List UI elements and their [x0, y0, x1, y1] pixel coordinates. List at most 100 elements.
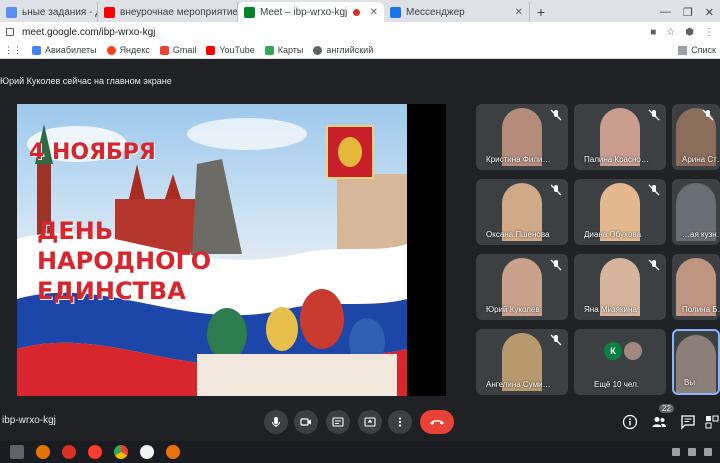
- bookmark-english[interactable]: английский: [313, 45, 373, 55]
- reading-list[interactable]: Списк: [678, 45, 716, 55]
- tab-title: Meet – ibp-wrxo-kgj: [260, 6, 348, 18]
- participant-tile[interactable]: Палина Красно…: [574, 104, 666, 170]
- participant-tile[interactable]: Кристина Фили…: [476, 104, 568, 170]
- new-tab-button[interactable]: +: [530, 2, 552, 22]
- participant-tile[interactable]: Юрий Куколев: [476, 254, 568, 320]
- slide-title-line: ЕДИНСТВА: [37, 277, 186, 305]
- os-taskbar: [0, 441, 720, 463]
- presentation-stage[interactable]: 4 НОЯБРЯ ДЕНЬ НАРОДНОГО ЕДИНСТВА: [17, 104, 446, 396]
- mic-off-icon: [648, 109, 660, 121]
- app-icon[interactable]: [36, 445, 50, 459]
- bookmark-label: Авиабилеты: [45, 45, 97, 55]
- more-participants-tile[interactable]: К Ещё 10 чел.: [574, 329, 666, 395]
- meet-control-bar: ibp-wrxo-kgj 22: [0, 404, 720, 436]
- mic-button[interactable]: [264, 410, 288, 434]
- participant-tile[interactable]: …ая кузн…: [672, 179, 720, 245]
- tab-title: Мессенджер: [406, 6, 465, 18]
- presenter-banner: Юрий Куколев сейчас на главном экране: [0, 76, 172, 86]
- tray-icon[interactable]: [704, 448, 712, 456]
- close-icon[interactable]: ✕: [364, 7, 378, 18]
- tab-messenger[interactable]: Мессенджер ✕: [384, 2, 530, 22]
- participant-name: Диана Обухова: [584, 230, 642, 239]
- participant-tile[interactable]: Арина Ст…: [672, 104, 720, 170]
- chat-icon[interactable]: [680, 414, 696, 430]
- tab-title: внеурочнае мероприятие в нач: [120, 6, 238, 18]
- participant-name: Юрий Куколев: [486, 305, 540, 314]
- tray-icon[interactable]: [672, 448, 680, 456]
- more-options-button[interactable]: [388, 410, 412, 434]
- participant-name: Яна Мизякина: [584, 305, 637, 314]
- start-icon[interactable]: [10, 445, 24, 459]
- url-field[interactable]: meet.google.com/ibp-wrxo-kgj: [22, 27, 650, 38]
- participant-name: …ая кузн…: [682, 230, 720, 239]
- bookmark-label: Gmail: [172, 45, 197, 55]
- list-icon: [678, 45, 688, 55]
- gmail-icon: [159, 45, 169, 55]
- star-icon[interactable]: ☆: [666, 27, 675, 38]
- bookmark-aviabilety[interactable]: Авиабилеты: [32, 45, 97, 55]
- tab-diary[interactable]: ьные задания - Дневник.р ✕: [0, 2, 98, 22]
- camera-icon: [300, 418, 311, 426]
- participant-tile[interactable]: Яна Мизякина: [574, 254, 666, 320]
- yandex-icon[interactable]: [88, 445, 102, 459]
- app-icon[interactable]: [62, 445, 76, 459]
- tab-meet[interactable]: Meet – ibp-wrxo-kgj ✕: [238, 2, 384, 22]
- apps-icon[interactable]: ⋮⋮: [4, 45, 22, 56]
- youtube-icon: [206, 45, 216, 55]
- tray-icon[interactable]: [688, 448, 696, 456]
- participant-name: Палина Красно…: [584, 155, 649, 164]
- more-participants-label: Ещё 10 чел.: [594, 380, 639, 389]
- bookmark-label: английский: [326, 45, 374, 55]
- bookmark-youtube[interactable]: YouTube: [206, 45, 255, 55]
- slide-date: 4 НОЯБРЯ: [29, 140, 156, 165]
- bookmark-gmail[interactable]: Gmail: [159, 45, 197, 55]
- mic-off-icon: [648, 259, 660, 271]
- participant-name: Ангелина Суми…: [486, 380, 551, 389]
- bookmark-yandex[interactable]: Яндекс: [106, 45, 150, 55]
- menu-icon[interactable]: ⋮: [704, 27, 714, 38]
- address-bar: meet.google.com/ibp-wrxo-kgj ■ ☆ ⬢ ⋮: [0, 22, 720, 42]
- plane-icon: [32, 45, 41, 55]
- address-bar-actions: ■ ☆ ⬢ ⋮: [650, 27, 714, 38]
- app-icon[interactable]: [166, 445, 180, 459]
- close-window-button[interactable]: ✕: [705, 6, 714, 19]
- browser-tab-strip: ьные задания - Дневник.р ✕ внеурочнае ме…: [0, 0, 720, 22]
- mic-off-icon: [550, 109, 562, 121]
- mic-off-icon: [648, 184, 660, 196]
- participant-name: Кристина Фили…: [486, 155, 551, 164]
- globe-icon: [313, 45, 323, 55]
- restore-button[interactable]: ❐: [683, 6, 693, 19]
- tab-youtube[interactable]: внеурочнае мероприятие в нач ✕: [98, 2, 238, 22]
- app-icon[interactable]: [140, 445, 154, 459]
- participant-name: Полина Б…: [682, 305, 720, 314]
- mic-off-icon: [550, 334, 562, 346]
- presentation-slide: 4 НОЯБРЯ ДЕНЬ НАРОДНОГО ЕДИНСТВА: [17, 104, 407, 396]
- extension-icon[interactable]: ⬢: [685, 27, 694, 38]
- chrome-icon[interactable]: [114, 445, 128, 459]
- end-call-button[interactable]: [420, 410, 454, 434]
- captions-button[interactable]: [326, 410, 350, 434]
- participant-tile[interactable]: Диана Обухова: [574, 179, 666, 245]
- messenger-icon: [390, 6, 401, 18]
- participant-name: Арина Ст…: [682, 155, 720, 164]
- participant-video: [676, 335, 716, 393]
- self-tile[interactable]: Вы: [672, 329, 720, 395]
- participant-tile[interactable]: Ангелина Суми…: [476, 329, 568, 395]
- lock-icon[interactable]: [6, 28, 14, 36]
- people-icon[interactable]: [651, 414, 667, 430]
- camera-button[interactable]: [294, 410, 318, 434]
- mic-icon: [272, 417, 280, 427]
- close-icon[interactable]: ✕: [509, 7, 523, 18]
- info-icon[interactable]: [622, 414, 638, 430]
- camera-permission-icon[interactable]: ■: [650, 27, 656, 38]
- participant-tile[interactable]: Полина Б…: [672, 254, 720, 320]
- more-icon: [398, 417, 402, 427]
- slide-title: ДЕНЬ НАРОДНОГО ЕДИНСТВА: [37, 216, 211, 306]
- activities-icon[interactable]: [704, 414, 720, 430]
- captions-icon: [332, 417, 344, 427]
- participant-tile[interactable]: Оксана Пшенова: [476, 179, 568, 245]
- minimize-button[interactable]: —: [660, 6, 671, 18]
- bookmark-maps[interactable]: Карты: [264, 45, 304, 55]
- bookmark-label: Карты: [277, 45, 304, 55]
- present-button[interactable]: [358, 410, 382, 434]
